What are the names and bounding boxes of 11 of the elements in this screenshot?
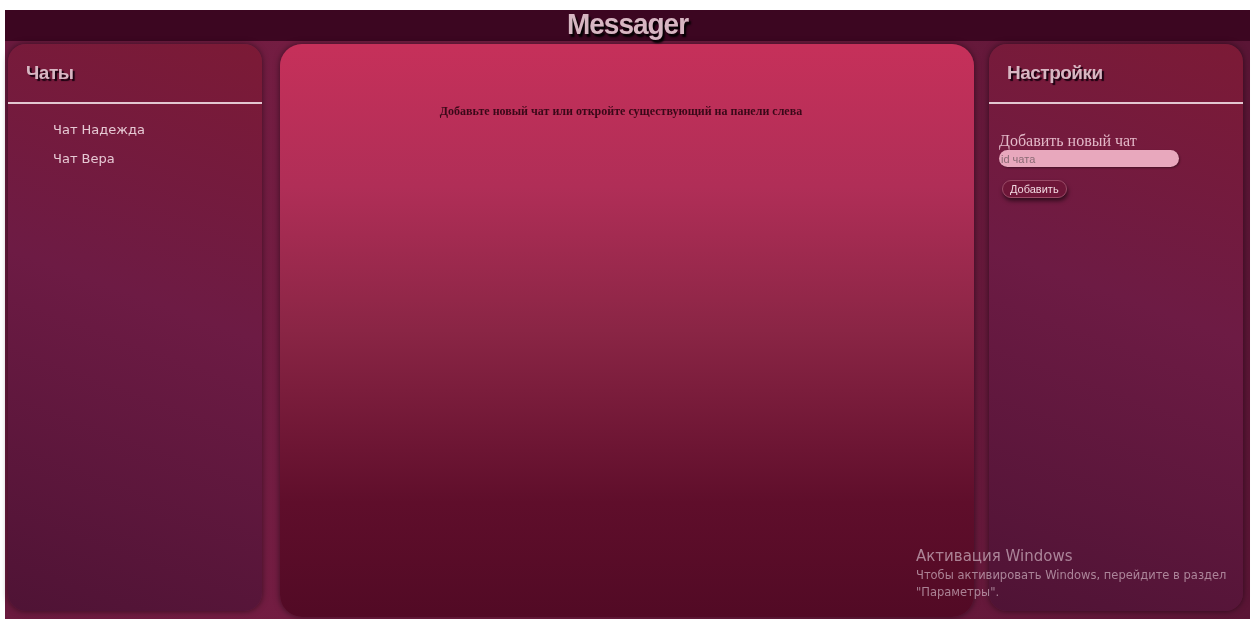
chat-item[interactable]: Чат Надежда bbox=[53, 122, 145, 137]
activation-title: Активация Windows bbox=[916, 547, 1074, 565]
activation-text: Чтобы активировать Windows, перейдите в раздел "Параметры". bbox=[916, 567, 1228, 601]
panel-title: Чаты bbox=[26, 62, 74, 84]
panel-title: Настройки bbox=[1007, 62, 1103, 84]
app-title: Messager bbox=[566, 9, 689, 41]
add-button[interactable]: Добавить bbox=[1002, 180, 1067, 198]
empty-state-message: Добавьте новый чат или откройте существующий на панели слева bbox=[439, 104, 803, 119]
chat-id-field[interactable]: id чата bbox=[999, 150, 1179, 167]
chat-item[interactable]: Чат Вера bbox=[53, 151, 115, 166]
section-label: Добавить новый чат bbox=[999, 132, 1137, 150]
